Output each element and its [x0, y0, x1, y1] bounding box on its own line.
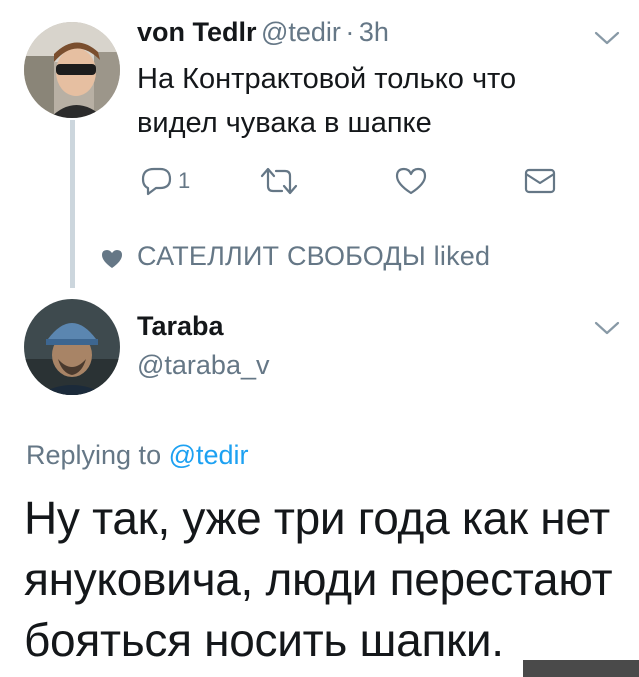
replying-prefix: Replying to [26, 440, 162, 470]
reply-icon [141, 167, 172, 196]
liked-by-text[interactable]: САТЕЛЛИТ СВОБОДЫ liked [137, 241, 490, 272]
like-icon[interactable] [394, 166, 428, 196]
tweet2-text: Ну так, уже три года как нет януковича, … [24, 488, 613, 671]
heart-liked-icon [102, 250, 122, 268]
replying-to: Replying to @tedir [26, 440, 249, 471]
chevron-down-icon[interactable] [594, 30, 620, 46]
tweet2-text-line2: януковича, люди перестают [24, 553, 613, 605]
avatar-image [24, 299, 120, 395]
avatar-tedlr[interactable] [24, 22, 120, 118]
tweet1-header: von Tedlr @tedir · 3h [137, 17, 389, 48]
bottom-edge-overlay [523, 660, 639, 677]
tweet1-text-line2: видел чувака в шапке [137, 107, 432, 139]
tweet1-author-handle[interactable]: @tedir [261, 17, 341, 47]
dm-icon[interactable] [523, 167, 557, 195]
tweet1-separator: · [345, 17, 355, 47]
avatar-taraba[interactable] [24, 299, 120, 395]
tweet2-author-name[interactable]: Taraba [137, 311, 224, 342]
tweet2-text-line1: Ну так, уже три года как нет [24, 492, 610, 544]
reply-count: 1 [178, 168, 191, 193]
reply-button[interactable]: 1 [140, 166, 190, 196]
tweet1-author-name[interactable]: von Tedlr [137, 17, 257, 47]
tweet1-text: На Контрактовой только что видел чувака … [137, 57, 516, 145]
chevron-down-icon[interactable] [594, 320, 620, 336]
retweet-icon[interactable] [258, 166, 300, 196]
tweet1-text-line1: На Контрактовой только что [137, 63, 517, 95]
tweet2-author-handle[interactable]: @taraba_v [137, 350, 269, 381]
tweet1-time[interactable]: 3h [359, 17, 389, 47]
replying-mention-link[interactable]: @tedir [169, 440, 249, 470]
avatar-image [24, 22, 120, 118]
thread-line [70, 120, 75, 288]
